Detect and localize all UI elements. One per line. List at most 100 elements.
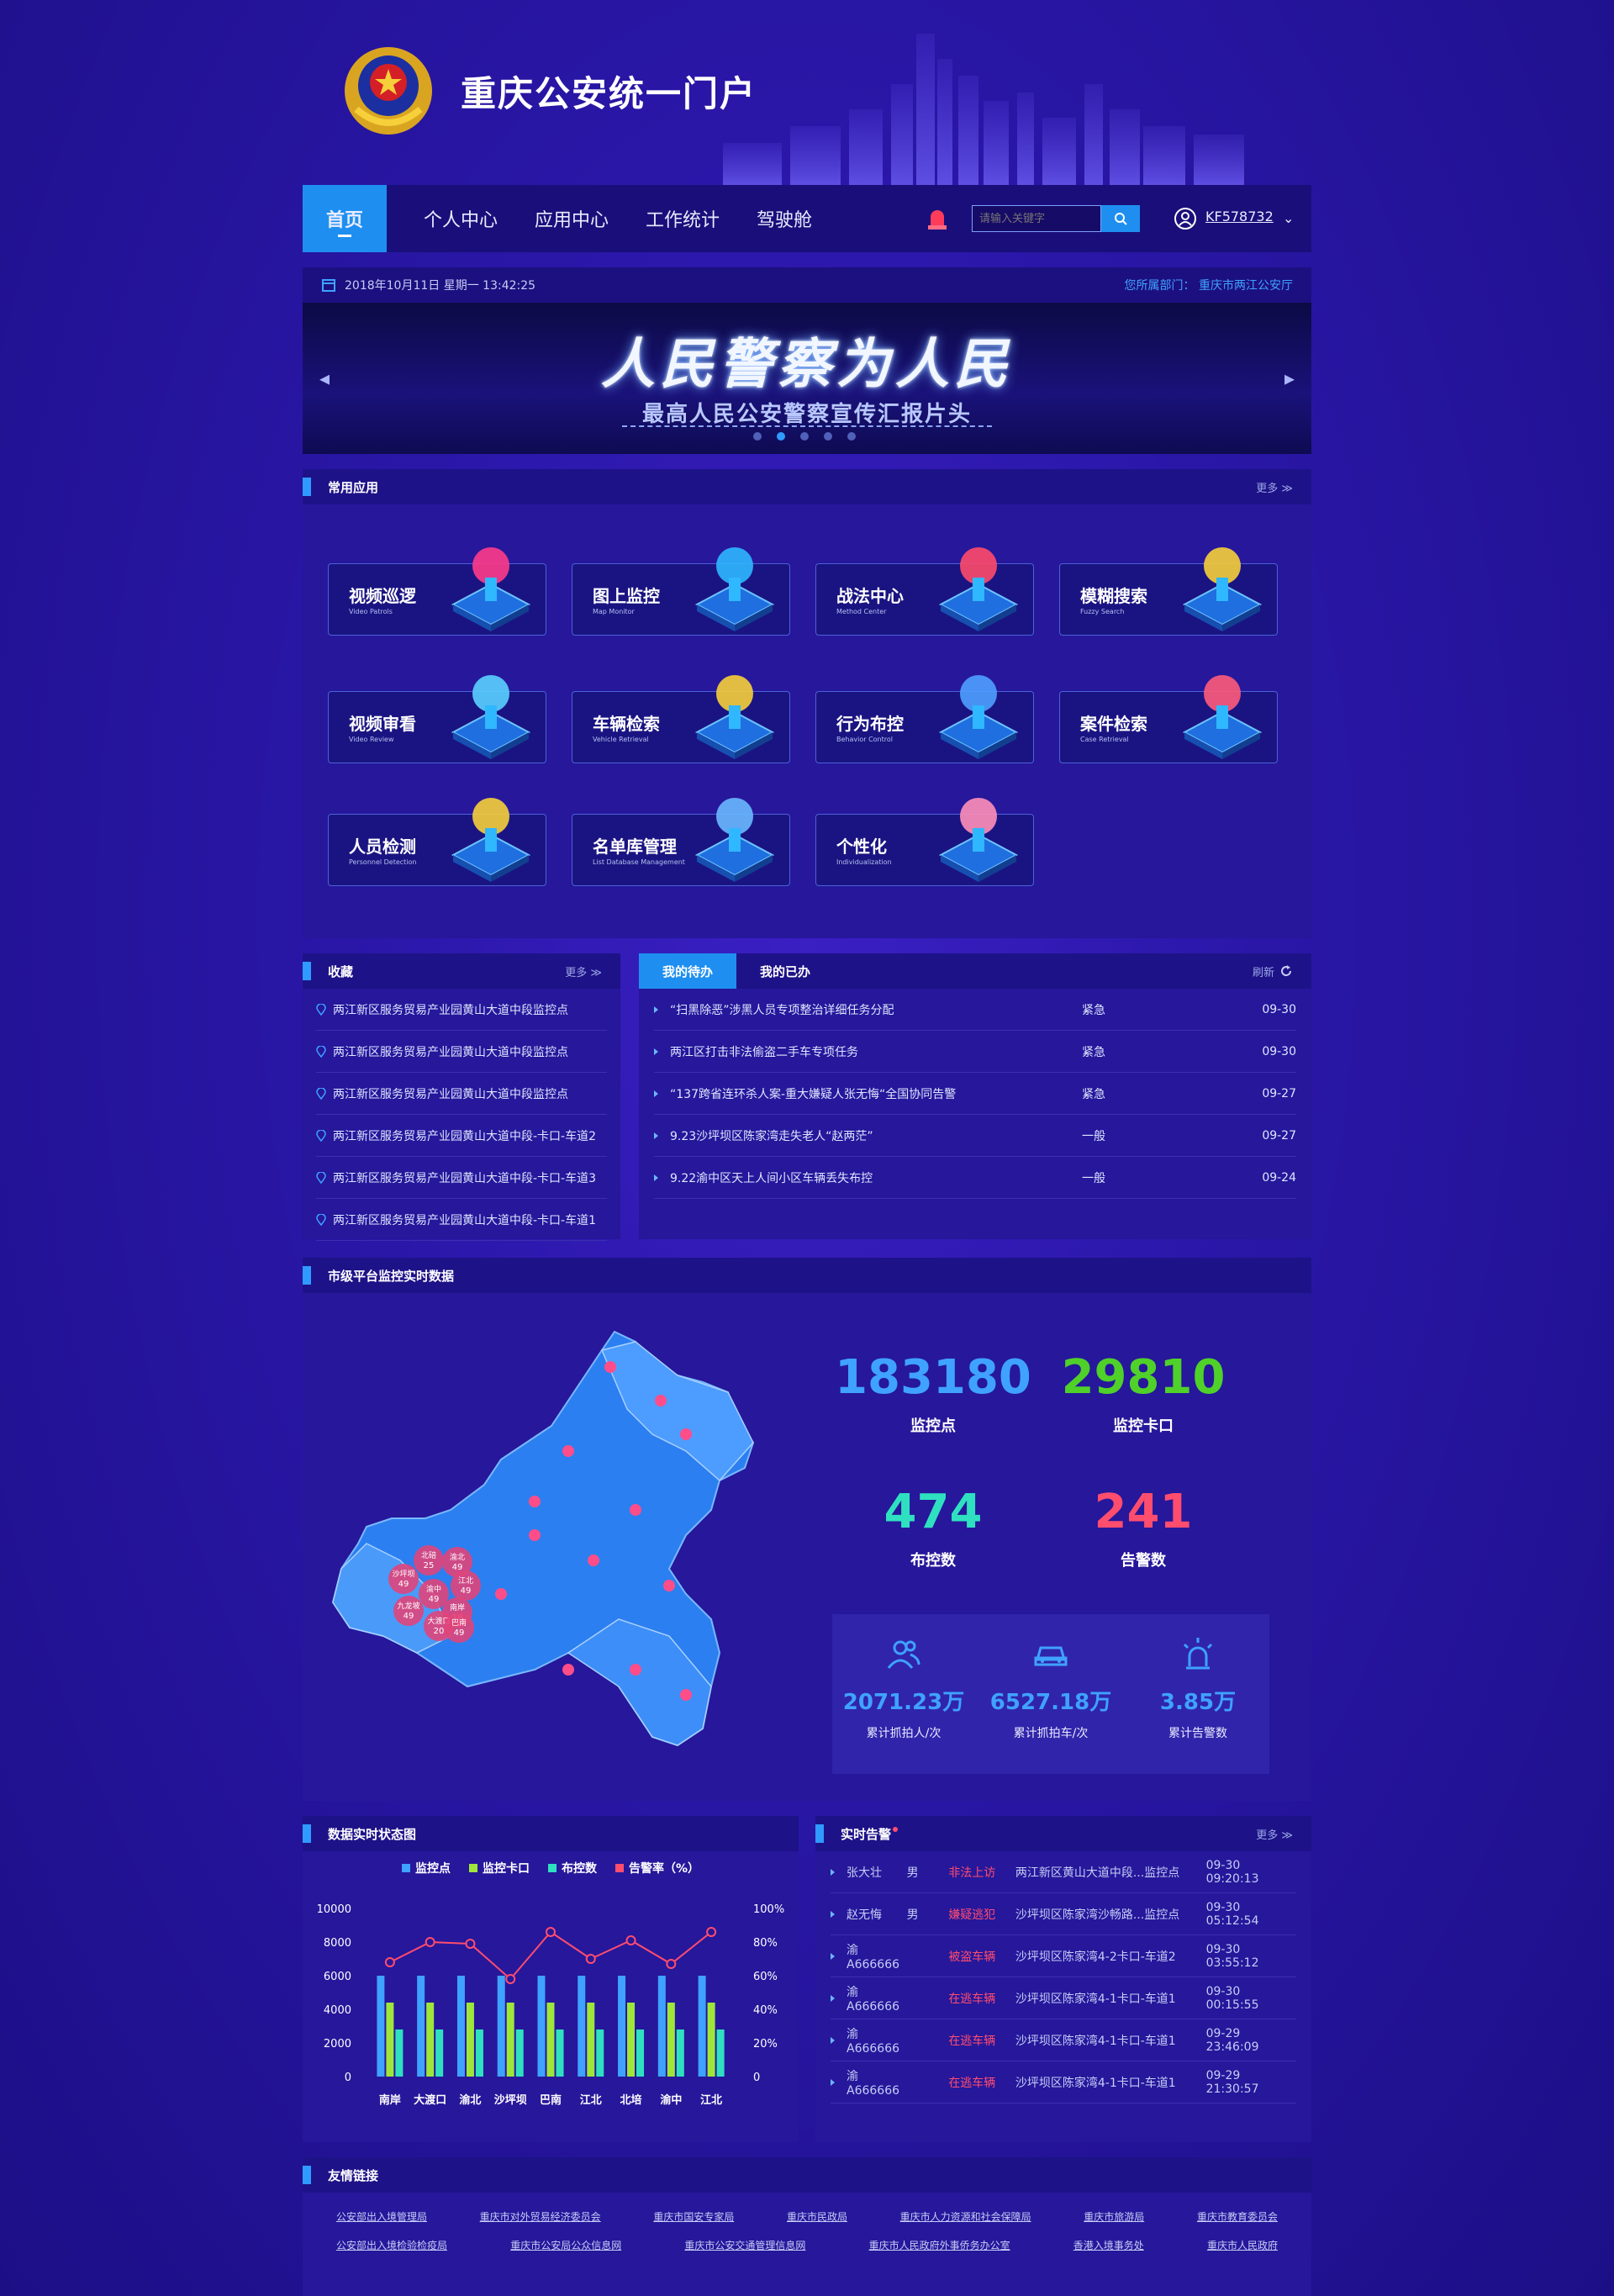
carousel-dot-active[interactable] (777, 432, 785, 441)
friend-link[interactable]: 重庆市旅游局 (1084, 2209, 1144, 2224)
favorite-item[interactable]: 两江新区服务贸易产业园黄山大道中段-卡口-车道1 (316, 1199, 607, 1241)
chongqing-map[interactable]: 北碚25渝北49沙坪坝49渝中49江北49南岸19九龙坡49大渡口20巴南49 (316, 1317, 787, 1771)
app-card[interactable]: 名单库管理 List Database Management (572, 798, 790, 886)
chevron-down-icon[interactable]: ⌄ (1283, 210, 1294, 226)
todo-item[interactable]: 两江区打击非法偷盗二手车专项任务 紧急 09-30 (654, 1031, 1296, 1073)
favorite-item[interactable]: 两江新区服务贸易产业园黄山大道中段监控点 (316, 1073, 607, 1115)
carousel-dot[interactable] (800, 432, 809, 441)
search-icon (1115, 213, 1127, 225)
district-name: 北碚 (421, 1550, 436, 1560)
district-bubble[interactable]: 江北49 (451, 1570, 481, 1601)
app-card[interactable]: 战法中心 Method Center (815, 547, 1034, 636)
search-button[interactable] (1101, 205, 1140, 232)
nav-home[interactable]: 首页 (303, 185, 387, 252)
friend-link[interactable]: 重庆市公安交通管理信息网 (684, 2238, 805, 2252)
bar-1 (587, 2003, 595, 2077)
nav-personal[interactable]: 个人中心 (405, 185, 516, 252)
district-bubble[interactable]: 九龙坡49 (393, 1596, 424, 1626)
todo-item[interactable]: 9.23沙坪坝区陈家湾走失老人“赵两茫” 一般 09-27 (654, 1115, 1296, 1157)
todo-item[interactable]: 9.22渝中区天上人间小区车辆丢失布控 一般 09-24 (654, 1157, 1296, 1199)
app-card[interactable]: 行为布控 Behavior Control (815, 675, 1034, 763)
favorites-more-link[interactable]: 更多 ≫ (565, 963, 602, 979)
apps-more-link[interactable]: 更多 ≫ (1256, 479, 1293, 495)
todo-title: “扫黑除恶”涉黑人员专项整治详细任务分配 (670, 1003, 894, 1017)
favorite-item[interactable]: 两江新区服务贸易产业园黄山大道中段-卡口-车道3 (316, 1157, 607, 1199)
main-nav: 首页 个人中心 应用中心 工作统计 驾驶舱 KF578732 ⌄ (303, 185, 1311, 252)
carousel-dot[interactable] (753, 432, 762, 441)
todo-item[interactable]: “扫黑除恶”涉黑人员专项整治详细任务分配 紧急 09-30 (654, 989, 1296, 1031)
alarm-item[interactable]: 赵无悔 男 嫌疑逃犯 沙坪坝区陈家湾沙畅路...监控点 09-30 05:12:54 (831, 1893, 1296, 1935)
friend-link[interactable]: 香港入境事务处 (1073, 2238, 1144, 2252)
friend-link[interactable]: 重庆市民政局 (787, 2209, 847, 2224)
alarm-item[interactable]: 渝A666666 被盗车辆 沙坪坝区陈家湾4-2卡口-车道2 09-30 03:55:… (831, 1935, 1296, 1977)
app-en-name: List Database Management (593, 858, 685, 866)
friend-link[interactable]: 重庆市教育委员会 (1197, 2209, 1278, 2224)
cube-icon (938, 798, 1019, 882)
user-name[interactable]: KF578732 (1205, 208, 1274, 224)
alarm-light-icon[interactable] (926, 207, 948, 230)
x-tick: 江北 (700, 2093, 722, 2107)
nav-stats[interactable]: 工作统计 (627, 185, 738, 252)
hotspot-dot (529, 1529, 541, 1541)
nav-apps[interactable]: 应用中心 (516, 185, 627, 252)
app-card[interactable]: 图上监控 Map Monitor (572, 547, 790, 636)
todo-item[interactable]: “137跨省连环杀人案-重大嫌疑人张无悔“全国协同告警 紧急 09-27 (654, 1073, 1296, 1115)
next-arrow-icon[interactable]: ▸ (1284, 367, 1295, 390)
friend-link[interactable]: 重庆市人力资源和社会保障局 (900, 2209, 1031, 2224)
favorite-item[interactable]: 两江新区服务贸易产业园黄山大道中段监控点 (316, 989, 607, 1031)
carousel-dot[interactable] (847, 432, 856, 441)
district-bubble[interactable]: 渝中49 (419, 1579, 449, 1609)
camera-patrol-icon (451, 547, 531, 631)
friend-link[interactable]: 公安部出入境管理局 (336, 2209, 427, 2224)
alarm-item[interactable]: 张大壮 男 非法上访 两江新区黄山大道中段...监控点 09-30 09:20:13 (831, 1851, 1296, 1893)
district-value: 49 (398, 1580, 409, 1589)
sub-label: 累计抓拍人/次 (866, 1727, 942, 1740)
y-tick-right: 100% (753, 1903, 784, 1916)
prev-arrow-icon[interactable]: ◂ (319, 367, 330, 390)
user-icon[interactable] (1174, 207, 1197, 230)
alarm-item[interactable]: 渝A666666 在逃车辆 沙坪坝区陈家湾4-1卡口-车道1 09-29 21:30:… (831, 2061, 1296, 2103)
app-card[interactable]: 视频巡逻 Video Patrols (328, 547, 546, 636)
refresh-button[interactable]: 刷新 (1253, 963, 1293, 979)
alarms-more-link[interactable]: 更多 ≫ (1256, 1826, 1293, 1842)
friend-link[interactable]: 重庆市人民政府 (1207, 2238, 1278, 2252)
sub-value: 6527.18万 (989, 1690, 1112, 1715)
district-bubble[interactable]: 巴南49 (444, 1612, 474, 1643)
sub-col-people: 2071.23万 累计抓拍人/次 (832, 1614, 975, 1741)
tab-todo[interactable]: 我的待办 (639, 953, 736, 989)
alarm-status: 被盗车辆 (948, 1950, 996, 1964)
app-card[interactable]: 人员检测 Personnel Detection (328, 798, 546, 886)
district-bubble[interactable]: 北碚25 (414, 1545, 444, 1576)
friend-link[interactable]: 重庆市国安专家局 (653, 2209, 734, 2224)
district-bubble[interactable]: 沙坪坝49 (388, 1564, 419, 1594)
bar-1 (707, 2003, 715, 2077)
location-pin-icon (316, 1171, 326, 1184)
app-name: 视频巡逻 (349, 586, 416, 606)
favorite-item[interactable]: 两江新区服务贸易产业园黄山大道中段-卡口-车道2 (316, 1115, 607, 1157)
friend-link[interactable]: 重庆市对外贸易经济委员会 (480, 2209, 601, 2224)
people-icon (887, 1640, 920, 1669)
alarm-item[interactable]: 渝A666666 在逃车辆 沙坪坝区陈家湾4-1卡口-车道1 09-30 00:15:… (831, 1977, 1296, 2019)
carousel-dot[interactable] (824, 432, 832, 441)
bar-0 (497, 1976, 505, 2077)
app-card[interactable]: 案件检索 Case Retrieval (1059, 675, 1278, 763)
friend-link[interactable]: 公安部出入境检验检疫局 (336, 2238, 447, 2252)
tab-done[interactable]: 我的已办 (736, 953, 834, 989)
alarm-status: 非法上访 (948, 1866, 996, 1880)
district-name: 沙坪坝 (392, 1570, 414, 1579)
bar-1 (667, 2003, 675, 2077)
app-card[interactable]: 车辆检索 Vehicle Retrieval (572, 675, 790, 763)
banner-carousel[interactable]: 人民警察为人民 最高人民公安警察宣传汇报片头 ◂ ▸ (303, 303, 1311, 454)
friend-link[interactable]: 重庆市公安局公众信息网 (510, 2238, 621, 2252)
favorite-item[interactable]: 两江新区服务贸易产业园黄山大道中段监控点 (316, 1031, 607, 1073)
favorite-label: 两江新区服务贸易产业园黄山大道中段监控点 (333, 1045, 568, 1059)
friend-link[interactable]: 重庆市人民政府外事侨务办公室 (869, 2238, 1010, 2252)
app-card[interactable]: 模糊搜索 Fuzzy Search (1059, 547, 1278, 636)
todo-level: 紧急 (1082, 1003, 1105, 1017)
nav-cockpit[interactable]: 驾驶舱 (738, 185, 831, 252)
alarm-item[interactable]: 渝A666666 在逃车辆 沙坪坝区陈家湾4-1卡口-车道1 09-29 23:46:… (831, 2019, 1296, 2061)
app-card[interactable]: 个性化 Individualization (815, 798, 1034, 886)
search-input[interactable] (972, 205, 1101, 232)
list-db-icon (694, 798, 775, 882)
app-card[interactable]: 视频审看 Video Review (328, 675, 546, 763)
